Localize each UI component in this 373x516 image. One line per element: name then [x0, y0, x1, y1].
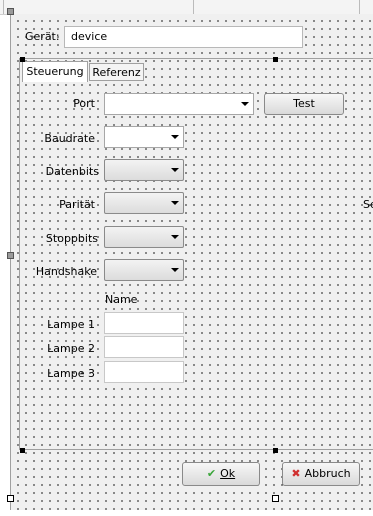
ok-button[interactable]: ✔ Ok: [182, 462, 260, 486]
device-label: Gerät:: [25, 30, 60, 43]
chevron-down-icon: [171, 168, 179, 172]
test-button[interactable]: Test: [264, 93, 344, 115]
datenbits-combobox[interactable]: [104, 159, 184, 181]
chevron-down-icon: [241, 102, 249, 106]
window-top-strip: [0, 0, 373, 15]
abbruch-button[interactable]: ✖ Abbruch: [282, 462, 360, 486]
lampe-2-label: Lampe 2: [47, 342, 95, 355]
resize-handle[interactable]: [7, 495, 14, 502]
device-input[interactable]: device: [64, 26, 303, 48]
right-cut-label: Se: [363, 198, 373, 211]
selection-handle[interactable]: [273, 448, 278, 453]
lampe-1-input[interactable]: [104, 312, 184, 334]
resize-handle[interactable]: [272, 495, 279, 502]
name-column-header: Name: [105, 293, 138, 306]
abbruch-button-label: Abbruch: [304, 467, 351, 480]
port-label: Port: [73, 97, 95, 110]
lampe-3-label: Lampe 3: [47, 367, 95, 380]
lampe-3-input[interactable]: [104, 361, 184, 383]
form-left-border: [10, 14, 11, 510]
resize-handle[interactable]: [7, 8, 14, 15]
paritaet-combobox[interactable]: [104, 192, 184, 214]
datenbits-label: Datenbits: [45, 165, 99, 178]
selection-handle[interactable]: [20, 57, 25, 62]
baudrate-combobox[interactable]: [104, 126, 184, 148]
resize-handle[interactable]: [7, 252, 14, 259]
handshake-label: Handshake: [35, 265, 97, 278]
paritaet-label: Parität: [59, 198, 95, 211]
stoppbits-combobox[interactable]: [104, 226, 184, 248]
chevron-down-icon: [171, 135, 179, 139]
port-combobox[interactable]: [104, 93, 254, 115]
handshake-combobox[interactable]: [104, 259, 184, 281]
chevron-down-icon: [171, 235, 179, 239]
chevron-down-icon: [171, 268, 179, 272]
tab-panel-border: [19, 58, 373, 450]
chevron-down-icon: [171, 201, 179, 205]
lampe-2-input[interactable]: [104, 336, 184, 358]
lampe-1-label: Lampe 1: [47, 318, 95, 331]
baudrate-label: Baudrate: [44, 132, 95, 145]
selection-handle[interactable]: [273, 57, 278, 62]
stoppbits-label: Stoppbits: [45, 232, 98, 245]
selection-handle[interactable]: [20, 448, 25, 453]
ok-button-label: Ok: [220, 467, 236, 480]
x-icon: ✖: [291, 467, 301, 480]
checkmark-icon: ✔: [206, 467, 217, 480]
